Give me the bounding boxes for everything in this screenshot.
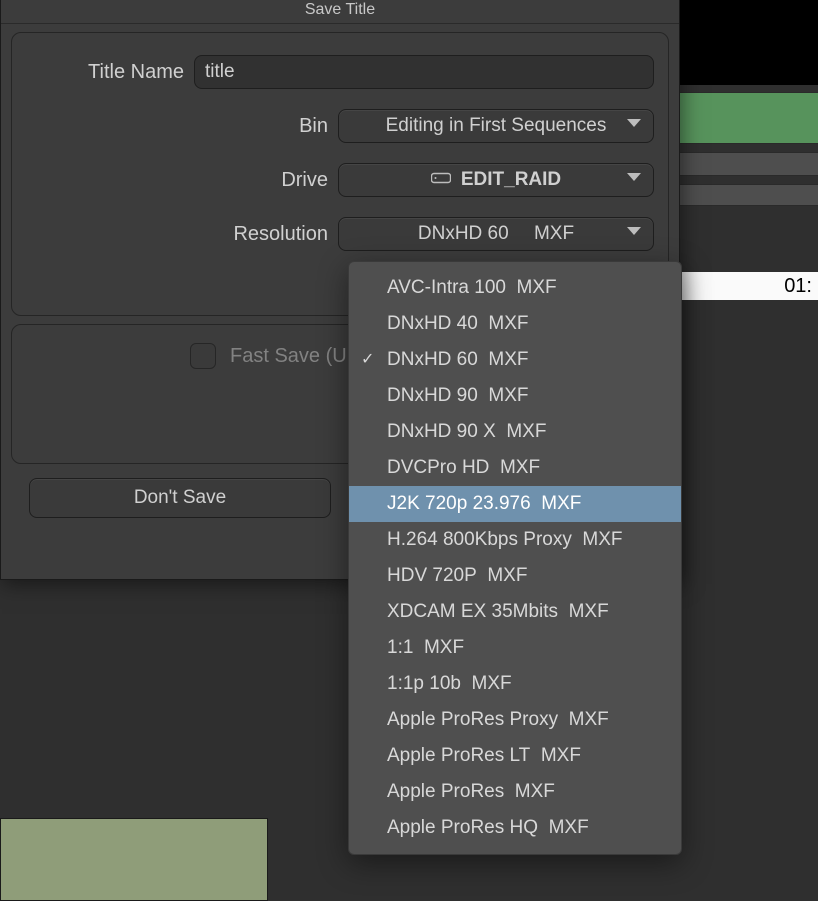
menu-item-codec: DNxHD 40 xyxy=(387,313,478,334)
menu-item-codec: XDCAM EX 35Mbits xyxy=(387,601,558,622)
bg-timecode: 01: xyxy=(680,272,818,300)
menu-item-codec: J2K 720p 23.976 xyxy=(387,493,531,514)
fast-save-checkbox[interactable] xyxy=(190,343,216,369)
menu-item-container: MXF xyxy=(541,745,581,766)
menu-item-container: MXF xyxy=(569,709,609,730)
menu-item-codec: Apple ProRes LT xyxy=(387,745,530,766)
resolution-menu-item[interactable]: AVC-Intra 100 MXF xyxy=(349,270,681,306)
menu-item-container: MXF xyxy=(515,781,555,802)
checkmark-icon: ✓ xyxy=(361,342,374,378)
resolution-menu-item[interactable]: HDV 720P MXF xyxy=(349,558,681,594)
bin-label: Bin xyxy=(26,115,338,138)
drive-icon xyxy=(431,165,451,195)
menu-item-codec: Apple ProRes Proxy xyxy=(387,709,558,730)
bg-viewer xyxy=(680,0,818,85)
menu-item-container: MXF xyxy=(517,277,557,298)
resolution-menu: AVC-Intra 100 MXFDNxHD 40 MXF✓DNxHD 60 M… xyxy=(348,261,682,855)
menu-item-container: MXF xyxy=(488,385,528,406)
resolution-dropdown-container: MXF xyxy=(534,219,574,249)
chevron-down-icon xyxy=(627,119,641,127)
resolution-menu-item[interactable]: ✓ DNxHD 60 MXF xyxy=(349,342,681,378)
menu-item-container: MXF xyxy=(487,565,527,586)
menu-item-codec: DNxHD 90 X xyxy=(387,421,496,442)
menu-item-container: MXF xyxy=(472,673,512,694)
resolution-menu-item[interactable]: Apple ProRes MXF xyxy=(349,774,681,810)
menu-item-codec: 1:1 xyxy=(387,637,413,658)
resolution-dropdown[interactable]: DNxHD 60 MXF xyxy=(338,217,654,251)
chevron-down-icon xyxy=(627,227,641,235)
resolution-dropdown-codec: DNxHD 60 xyxy=(418,219,509,249)
menu-item-codec: AVC-Intra 100 xyxy=(387,277,506,298)
menu-item-codec: DNxHD 60 xyxy=(387,349,478,370)
menu-item-codec: DVCPro HD xyxy=(387,457,489,478)
menu-item-container: MXF xyxy=(569,601,609,622)
drive-label: Drive xyxy=(26,169,338,192)
resolution-menu-item[interactable]: Apple ProRes Proxy MXF xyxy=(349,702,681,738)
dialog-title: Save Title xyxy=(1,0,679,24)
resolution-menu-item[interactable]: Apple ProRes LT MXF xyxy=(349,738,681,774)
menu-item-container: MXF xyxy=(582,529,622,550)
resolution-menu-item[interactable]: 1:1 MXF xyxy=(349,630,681,666)
menu-item-codec: H.264 800Kbps Proxy xyxy=(387,529,572,550)
title-name-label: Title Name xyxy=(26,61,194,84)
resolution-menu-item[interactable]: Apple ProRes HQ MXF xyxy=(349,810,681,846)
bg-clip-thumbnail xyxy=(0,818,268,901)
chevron-down-icon xyxy=(627,173,641,181)
menu-item-container: MXF xyxy=(488,349,528,370)
bg-track-gray-1 xyxy=(680,152,818,176)
menu-item-codec: Apple ProRes xyxy=(387,781,504,802)
menu-item-container: MXF xyxy=(506,421,546,442)
menu-item-codec: Apple ProRes HQ xyxy=(387,817,538,838)
bin-dropdown[interactable]: Editing in First Sequences xyxy=(338,109,654,143)
resolution-menu-item[interactable]: 1:1p 10b MXF xyxy=(349,666,681,702)
resolution-menu-item[interactable]: DNxHD 90 X MXF xyxy=(349,414,681,450)
bg-track-gray-2 xyxy=(680,184,818,206)
menu-item-container: MXF xyxy=(488,313,528,334)
resolution-label: Resolution xyxy=(26,223,338,246)
resolution-menu-item[interactable]: DNxHD 40 MXF xyxy=(349,306,681,342)
resolution-menu-item[interactable]: H.264 800Kbps Proxy MXF xyxy=(349,522,681,558)
dont-save-button[interactable]: Don't Save xyxy=(29,478,331,518)
resolution-menu-item[interactable]: DVCPro HD MXF xyxy=(349,450,681,486)
title-name-input[interactable] xyxy=(194,55,654,89)
resolution-menu-item[interactable]: DNxHD 90 MXF xyxy=(349,378,681,414)
menu-item-codec: DNxHD 90 xyxy=(387,385,478,406)
menu-item-container: MXF xyxy=(500,457,540,478)
menu-item-container: MXF xyxy=(549,817,589,838)
menu-item-container: MXF xyxy=(424,637,464,658)
resolution-menu-item[interactable]: J2K 720p 23.976 MXF xyxy=(349,486,681,522)
menu-item-container: MXF xyxy=(541,493,581,514)
bg-track-green xyxy=(680,92,818,144)
drive-dropdown-value: EDIT_RAID xyxy=(461,165,561,195)
resolution-menu-item[interactable]: XDCAM EX 35Mbits MXF xyxy=(349,594,681,630)
drive-dropdown[interactable]: EDIT_RAID xyxy=(338,163,654,197)
menu-item-codec: 1:1p 10b xyxy=(387,673,461,694)
bin-dropdown-value: Editing in First Sequences xyxy=(386,111,607,141)
menu-item-codec: HDV 720P xyxy=(387,565,477,586)
